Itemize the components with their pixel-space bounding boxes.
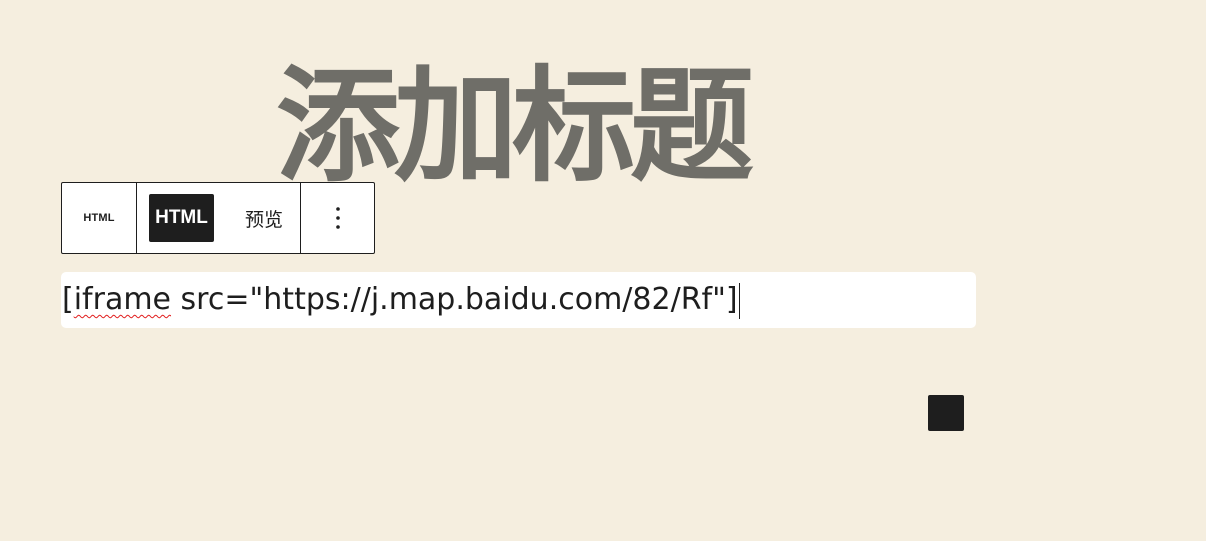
post-title[interactable]: 添加标题 xyxy=(276,52,754,202)
mode-toggle-group: HTML 预览 xyxy=(137,183,301,253)
text-caret xyxy=(738,282,740,319)
misspelled-word: iframe xyxy=(73,282,172,317)
vertical-ellipsis-icon xyxy=(335,207,340,229)
more-options-button[interactable] xyxy=(324,198,352,238)
block-appender-button[interactable] xyxy=(928,395,964,431)
more-options-group xyxy=(301,183,374,253)
preview-mode-button[interactable]: 预览 xyxy=(229,194,299,242)
html-mode-button[interactable]: HTML xyxy=(149,194,214,242)
block-toolbar: HTML HTML 预览 xyxy=(61,182,375,254)
code-prefix: [ xyxy=(62,282,74,317)
html-block-icon: HTML xyxy=(83,212,115,224)
code-rest: src="https://j.map.baidu.com/82/Rf"] xyxy=(171,282,738,317)
html-code-editor[interactable]: [iframe src="https://j.map.baidu.com/82/… xyxy=(61,272,976,328)
block-type-switcher[interactable]: HTML xyxy=(62,183,137,253)
